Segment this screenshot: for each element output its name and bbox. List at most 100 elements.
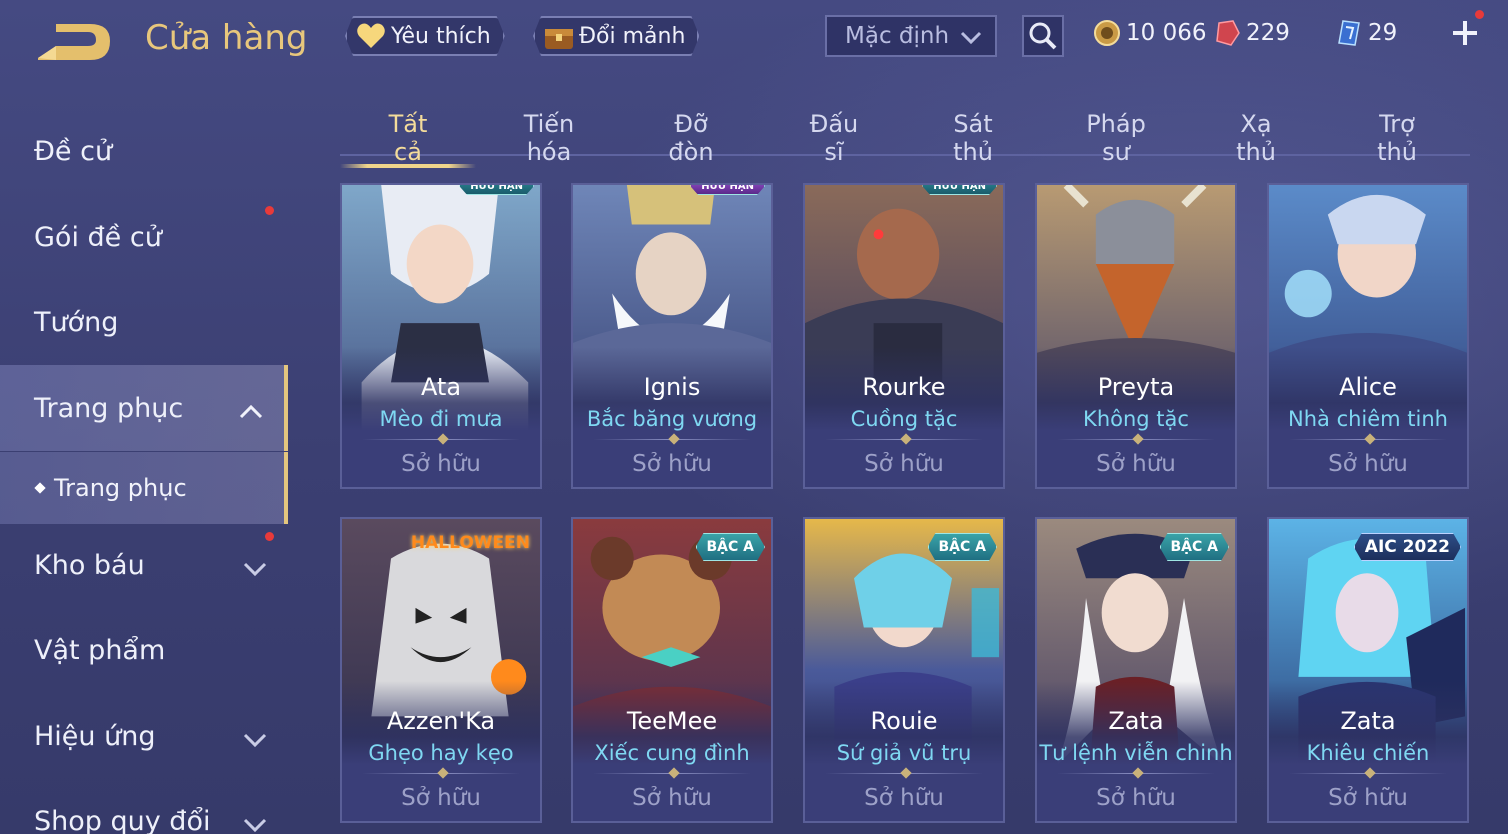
gem-amount: 229 — [1246, 20, 1290, 46]
top-up-button[interactable] — [1450, 10, 1484, 50]
sidebar-item-recommended[interactable]: Đề cử — [0, 108, 288, 194]
sort-dropdown[interactable]: Mặc định — [825, 15, 997, 57]
skin-name: Mèo đi mưa — [379, 407, 503, 431]
exchange-button[interactable]: Đổi mảnh — [533, 16, 699, 56]
limited-badge: HỮU HẠN — [922, 183, 997, 195]
ownership-status: Sở hữu — [401, 451, 481, 477]
tab-mage[interactable]: Pháp sư — [1070, 110, 1162, 166]
chevron-down-icon — [242, 725, 268, 756]
sidebar-subitem-label: Trang phục — [54, 474, 187, 502]
tab-support[interactable]: Trợ thủ — [1356, 110, 1438, 166]
sidebar-item-label: Đề cử — [34, 135, 113, 167]
skin-card[interactable]: AIC 2022 Zata Khiêu chiến Sở hữu — [1267, 517, 1469, 823]
hero-name: Ata — [420, 373, 462, 401]
ownership-status: Sở hữu — [632, 785, 712, 811]
tab-tank[interactable]: Đỡ đòn — [650, 110, 732, 166]
heart-icon — [355, 20, 387, 52]
limited-badge: HỮU HẠN — [459, 183, 534, 195]
plus-icon — [1453, 21, 1477, 45]
sidebar-item-effects[interactable]: Hiệu ứng — [0, 693, 288, 779]
sidebar: Đề cử Gói đề cử Tướng Trang phục Trang p… — [0, 100, 288, 834]
sidebar-item-items[interactable]: Vật phẩm — [0, 607, 288, 693]
skin-card[interactable]: BẬC A Zata Tư lệnh viễn chinh Sở hữu — [1035, 517, 1237, 823]
hero-name: Alice — [1339, 373, 1397, 401]
gold-currency: 10 066 — [1092, 16, 1206, 50]
sidebar-item-label: Gói đề cử — [34, 221, 162, 253]
chevron-down-icon — [242, 810, 268, 834]
skin-name: Nhà chiêm tinh — [1288, 407, 1448, 431]
treasure-chest-icon — [543, 20, 575, 52]
tab-marksman[interactable]: Xạ thủ — [1220, 110, 1292, 166]
favorite-label: Yêu thích — [391, 23, 491, 49]
sidebar-item-skins[interactable]: Trang phục — [0, 365, 288, 451]
rank-badge: BẬC A — [1160, 533, 1230, 561]
ownership-status: Sở hữu — [1328, 451, 1408, 477]
hero-name: Azzen'Ka — [386, 707, 496, 735]
bullet-diamond-icon — [34, 482, 46, 494]
hero-name: Preyta — [1097, 373, 1175, 401]
gem-currency: 229 — [1212, 16, 1290, 50]
chevron-down-icon — [242, 554, 268, 585]
notification-dot — [1475, 10, 1484, 19]
hero-name: Rouie — [870, 707, 938, 735]
skin-name: Không tặc — [1083, 407, 1189, 431]
rank-badge: BẬC A — [696, 533, 766, 561]
ownership-status: Sở hữu — [864, 451, 944, 477]
sidebar-item-label: Vật phẩm — [34, 634, 166, 666]
limited-badge: HỮU HẠN — [690, 183, 765, 195]
red-gem-icon — [1212, 18, 1242, 48]
hero-name: TeeMee — [626, 707, 718, 735]
voucher-amount: 29 — [1368, 20, 1398, 46]
exchange-label: Đổi mảnh — [579, 23, 686, 49]
skin-card[interactable]: Alice Nhà chiêm tinh Sở hữu — [1267, 183, 1469, 489]
notification-dot — [265, 206, 274, 215]
halloween-badge: HALLOWEEN — [410, 533, 530, 553]
tab-fighter[interactable]: Đấu sĩ — [798, 110, 870, 166]
sidebar-item-heroes[interactable]: Tướng — [0, 279, 288, 365]
sidebar-item-treasure[interactable]: Kho báu — [0, 522, 288, 608]
skin-name: Sứ giả vũ trụ — [836, 741, 972, 765]
tab-assassin[interactable]: Sát thủ — [932, 110, 1014, 166]
skin-name: Xiếc cung đình — [594, 741, 750, 765]
sidebar-item-label: Tướng — [34, 306, 119, 338]
role-tabs: Tất cả Tiến hóa Đỡ đòn Đấu sĩ Sát thủ Ph… — [340, 100, 1470, 168]
back-arrow-icon — [38, 24, 110, 60]
skin-card[interactable]: BẬC A TeeMee Xiếc cung đình Sở hữu — [571, 517, 773, 823]
hero-name: Rourke — [862, 373, 946, 401]
skin-card[interactable]: HALLOWEEN Azzen'Ka Ghẹo hay kẹo Sở hữu — [340, 517, 542, 823]
skin-name: Khiêu chiến — [1306, 741, 1430, 765]
tab-all[interactable]: Tất cả — [340, 110, 476, 168]
skin-card[interactable]: HỮU HẠN Rourke Cuồng tặc Sở hữu — [803, 183, 1005, 489]
ownership-status: Sở hữu — [401, 785, 481, 811]
skin-card[interactable]: HỮU HẠN Ata Mèo đi mưa Sở hữu — [340, 183, 542, 489]
chevron-down-icon — [959, 27, 983, 53]
chevron-up-icon — [238, 397, 264, 428]
skin-name: Bắc băng vương — [586, 407, 758, 431]
sidebar-item-label: Trang phục — [34, 392, 184, 424]
top-bar: Cửa hàng Yêu thích Đổi mảnh Mặc định 10 … — [0, 0, 1508, 80]
skin-card[interactable]: Preyta Không tặc Sở hữu — [1035, 183, 1237, 489]
hero-name: Ignis — [643, 373, 701, 401]
search-icon — [1029, 22, 1057, 50]
back-button[interactable] — [30, 20, 116, 64]
notification-dot — [265, 532, 274, 541]
page-title: Cửa hàng — [145, 18, 308, 58]
sidebar-item-recommended-packs[interactable]: Gói đề cử — [0, 194, 288, 280]
skin-card[interactable]: HỮU HẠN Ignis Bắc băng vương Sở hữu — [571, 183, 773, 489]
sidebar-subitem-skins[interactable]: Trang phục — [0, 452, 288, 524]
sidebar-item-label: Kho báu — [34, 549, 145, 581]
voucher-currency: 29 — [1334, 16, 1397, 50]
hero-name: Zata — [1108, 707, 1164, 735]
tab-evolution[interactable]: Tiến hóa — [500, 110, 598, 166]
skin-name: Cuồng tặc — [850, 407, 958, 431]
sort-value: Mặc định — [845, 23, 950, 49]
ownership-status: Sở hữu — [1328, 785, 1408, 811]
favorite-button[interactable]: Yêu thích — [345, 16, 505, 56]
sidebar-item-exchange-shop[interactable]: Shop quy đổi — [0, 778, 288, 834]
skin-card[interactable]: BẬC A Rouie Sứ giả vũ trụ Sở hữu — [803, 517, 1005, 823]
rank-badge: BẬC A — [928, 533, 998, 561]
ownership-status: Sở hữu — [864, 785, 944, 811]
ownership-status: Sở hữu — [1096, 785, 1176, 811]
sidebar-item-label: Shop quy đổi — [34, 805, 211, 834]
search-button[interactable] — [1022, 15, 1064, 57]
